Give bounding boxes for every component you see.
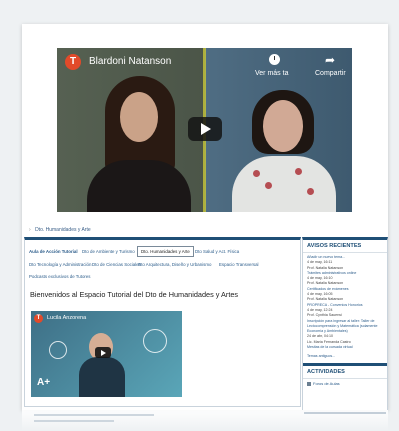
share-icon[interactable]: ➦ [325, 53, 335, 67]
tab-ciencias-sociales[interactable]: Dto de Ciencias Sociales [92, 262, 141, 267]
share-label[interactable]: Compartir [315, 70, 346, 77]
video-title[interactable]: Blardoni Natanson [89, 56, 171, 67]
breadcrumb: › Dto. Humanidades y Arte [26, 227, 91, 233]
decorative-circle-icon [49, 341, 67, 359]
page-reflection [22, 410, 388, 431]
forum-icon [307, 382, 311, 387]
activity-label[interactable]: Foros de Aulas [313, 381, 340, 386]
main-content-card: Aula de Acción Tutorial Dto de Ambiente … [24, 237, 301, 407]
play-button[interactable] [188, 117, 222, 141]
page-sheet: T Blardoni Natanson Ver más ta ➦ Compart… [22, 24, 388, 410]
tab-espacio-transversal[interactable]: Espacio Transversal [219, 262, 259, 267]
presenter-left-face [120, 92, 158, 142]
tab-tecnologia-administracion[interactable]: Dto Tecnología y Administración [29, 262, 91, 267]
speaker-body [79, 357, 125, 397]
news-block-title: AVISOS RECIENTES [303, 240, 387, 253]
activity-item-forums[interactable]: Foros de Aulas [303, 379, 387, 388]
tab-salud-act-fisica[interactable]: Dto Salud y Act. Física [195, 249, 239, 254]
channel-avatar[interactable]: T [34, 314, 43, 323]
youtube-video-player[interactable]: T Blardoni Natanson Ver más ta ➦ Compart… [57, 48, 352, 212]
watch-later-icon[interactable] [269, 54, 280, 65]
shirt-flower-icon [295, 168, 302, 175]
decorative-circle-icon [143, 329, 167, 353]
older-topics-link[interactable]: Temas antiguos... [307, 354, 383, 358]
breadcrumb-item[interactable]: Dto. Humanidades y Arte [35, 227, 91, 233]
sidebar: AVISOS RECIENTES Añadir un nuevo tema...… [302, 237, 388, 410]
watch-later-label[interactable]: Ver más ta [255, 70, 288, 77]
play-button[interactable] [95, 347, 111, 358]
embedded-video-player[interactable]: T Lucila Anzorena A+ [31, 311, 182, 397]
presenter-right-body [232, 156, 336, 212]
a-plus-badge: A+ [37, 377, 51, 388]
shirt-flower-icon [265, 182, 272, 189]
tab-arquitectura-diseno[interactable]: Dto Arquitectura, Diseño y Urbanismo [138, 262, 211, 267]
shirt-flower-icon [253, 170, 260, 177]
reflection-line [34, 420, 114, 422]
tab-humanidades-arte[interactable]: Dto. Humanidades y Arte [137, 246, 194, 257]
tab-ambiente-turismo[interactable]: Dto de Ambiente y Turismo [82, 249, 135, 254]
shirt-flower-icon [307, 188, 314, 195]
activities-block: ACTIVIDADES Foros de Aulas [303, 363, 387, 388]
reflection-line [34, 414, 154, 416]
activities-block-title: ACTIVIDADES [303, 366, 387, 380]
news-list: Añadir un nuevo tema... 4 de may, 16:11 Pr… [303, 253, 387, 352]
news-item-link[interactable]: Mesitas de la cursada virtual [307, 345, 383, 350]
tab-aula-accion-tutorial[interactable]: Aula de Acción Tutorial [29, 249, 78, 254]
welcome-heading: Bienvenidos al Espacio Tutorial del Dto … [30, 290, 239, 299]
presenter-left-body [87, 160, 191, 212]
channel-avatar[interactable]: T [65, 54, 81, 70]
video-title[interactable]: Lucila Anzorena [47, 315, 86, 321]
tab-podcasts-tutores[interactable]: Podcasts exclusivos de Tutores [29, 274, 91, 279]
breadcrumb-separator: › [29, 227, 31, 233]
reflection-block [304, 412, 386, 428]
presenter-right-face [263, 100, 303, 152]
